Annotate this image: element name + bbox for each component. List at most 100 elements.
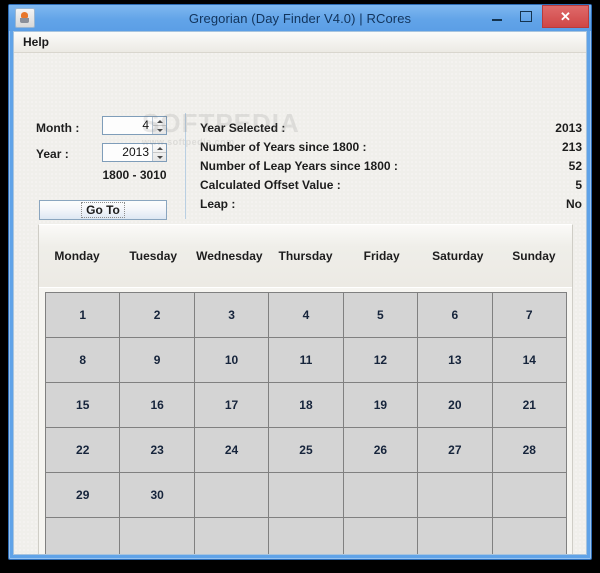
info-row-label: Number of Leap Years since 1800 :	[200, 159, 398, 173]
calendar-day-cell[interactable]: 6	[418, 293, 493, 338]
year-spinner[interactable]: 2013	[102, 143, 167, 162]
calendar-day-cell[interactable]: 12	[343, 338, 419, 383]
close-button[interactable]: ✕	[542, 5, 589, 28]
year-input[interactable]: 2013	[103, 144, 152, 161]
vertical-separator	[185, 113, 186, 219]
calendar-day-cell[interactable]	[492, 473, 567, 518]
calendar-day-cell[interactable]	[269, 473, 344, 518]
calendar-day-header: Friday	[363, 249, 400, 263]
calendar-grid: 1 2 3 4 5 6 7 8 9 10 11 12 13 14 15 16 17 18 19 20 21 22 23 24 2…	[45, 292, 567, 554]
calendar-day-cell[interactable]: 20	[418, 383, 493, 428]
year-increment-button[interactable]	[153, 144, 166, 153]
calendar-day-cell[interactable]: 19	[343, 383, 419, 428]
calendar-day-cell[interactable]: 3	[194, 293, 270, 338]
calendar-day-cell[interactable]	[343, 473, 419, 518]
calendar-day-cell[interactable]: 13	[418, 338, 493, 383]
year-spinner-arrows	[152, 144, 166, 161]
info-row-value: 213	[561, 140, 582, 154]
icon-cup	[20, 18, 29, 23]
calendar-day-cell[interactable]	[46, 518, 121, 554]
calendar-week-row: 29 30	[46, 473, 567, 518]
info-row: Leap : No	[200, 195, 582, 214]
calendar-day-cell[interactable]: 17	[194, 383, 270, 428]
calendar-day-cell[interactable]: 9	[120, 338, 195, 383]
application-window: Gregorian (Day Finder V4.0) | RCores ✕ H…	[8, 4, 592, 560]
calendar-day-cell[interactable]: 8	[46, 338, 121, 383]
calendar-day-cell[interactable]: 21	[492, 383, 567, 428]
calendar-day-cell[interactable]: 11	[269, 338, 344, 383]
calendar-day-cell[interactable]: 22	[46, 428, 121, 473]
calendar-day-cell[interactable]: 1	[46, 293, 121, 338]
year-decrement-button[interactable]	[153, 153, 166, 161]
chevron-down-icon	[156, 128, 163, 132]
month-label: Month :	[36, 121, 80, 135]
info-row: Year Selected : 2013	[200, 119, 582, 138]
info-row-value: 5	[575, 178, 582, 192]
chevron-up-icon	[156, 119, 163, 123]
calendar-day-cell[interactable]	[492, 518, 567, 554]
java-coffee-cup-icon	[15, 8, 35, 28]
calendar-day-header: Saturday	[432, 249, 484, 263]
month-increment-button[interactable]	[153, 117, 166, 126]
info-row-label: Calculated Offset Value :	[200, 178, 341, 192]
calendar-panel: Monday Tuesday Wednesday Thursday Friday Satu…	[38, 224, 573, 554]
maximize-button[interactable]	[511, 6, 540, 27]
calendar-day-cell[interactable]: 15	[46, 383, 121, 428]
info-panel: Year Selected : 2013 Number of Years since…	[200, 119, 582, 214]
info-row-value: 2013	[555, 121, 582, 135]
chevron-down-icon	[156, 155, 163, 159]
calendar-day-cell[interactable]: 5	[343, 293, 419, 338]
info-row-label: Year Selected :	[200, 121, 286, 135]
info-row-value: 52	[568, 159, 582, 173]
calendar-week-row: 8 9 10 11 12 13 14	[46, 338, 567, 383]
year-label: Year :	[36, 147, 69, 161]
calendar-day-cell[interactable]: 18	[269, 383, 344, 428]
calendar-day-header: Wednesday	[196, 249, 263, 263]
calendar-day-header: Monday	[54, 249, 100, 263]
minimize-icon	[491, 18, 502, 21]
month-decrement-button[interactable]	[153, 126, 166, 134]
calendar-day-cell[interactable]: 30	[120, 473, 195, 518]
close-icon: ✕	[560, 8, 571, 24]
info-row-value: No	[566, 197, 582, 211]
calendar-day-cell[interactable]	[120, 518, 195, 554]
minimize-button[interactable]	[482, 6, 511, 27]
calendar-day-cell[interactable]	[194, 518, 270, 554]
year-range-hint: 1800 - 3010	[102, 168, 167, 182]
calendar-week-row: 22 23 24 25 26 27 28	[46, 428, 567, 473]
month-spinner-arrows	[152, 117, 166, 134]
calendar-day-cell[interactable]	[269, 518, 344, 554]
client-area: Help SOFTPEDIA www.softpedia.com Month :…	[13, 31, 587, 555]
go-to-button[interactable]: Go To	[39, 200, 167, 220]
top-panel: SOFTPEDIA www.softpedia.com Month : 4 Ye…	[14, 53, 586, 226]
calendar-day-cell[interactable]: 26	[343, 428, 419, 473]
calendar-day-cell[interactable]	[343, 518, 419, 554]
calendar-day-cell[interactable]: 28	[492, 428, 567, 473]
calendar-day-cell[interactable]	[418, 518, 493, 554]
month-spinner[interactable]: 4	[102, 116, 167, 135]
calendar-day-cell[interactable]: 10	[194, 338, 270, 383]
calendar-day-headers: Monday Tuesday Wednesday Thursday Friday Satu…	[39, 225, 572, 288]
chevron-up-icon	[156, 146, 163, 150]
calendar-week-row: 15 16 17 18 19 20 21	[46, 383, 567, 428]
calendar-day-cell[interactable]: 4	[269, 293, 344, 338]
menu-item-help[interactable]: Help	[14, 33, 57, 51]
calendar-week-row	[46, 518, 567, 554]
calendar-day-cell[interactable]: 23	[120, 428, 195, 473]
title-bar[interactable]: Gregorian (Day Finder V4.0) | RCores ✕	[9, 5, 591, 31]
calendar-day-cell[interactable]: 25	[269, 428, 344, 473]
calendar-day-cell[interactable]: 24	[194, 428, 270, 473]
calendar-day-cell[interactable]	[418, 473, 493, 518]
calendar-day-cell[interactable]: 16	[120, 383, 195, 428]
calendar-day-cell[interactable]: 14	[492, 338, 567, 383]
window-controls: ✕	[482, 5, 591, 31]
month-input[interactable]: 4	[103, 117, 152, 134]
calendar-day-cell[interactable]: 27	[418, 428, 493, 473]
calendar-day-cell[interactable]	[194, 473, 270, 518]
calendar-day-cell[interactable]: 7	[492, 293, 567, 338]
calendar-day-cell[interactable]: 29	[46, 473, 121, 518]
info-row: Number of Years since 1800 : 213	[200, 138, 582, 157]
calendar-day-cell[interactable]: 2	[120, 293, 195, 338]
info-row-label: Leap :	[200, 197, 236, 211]
calendar-day-header: Sunday	[512, 249, 556, 263]
